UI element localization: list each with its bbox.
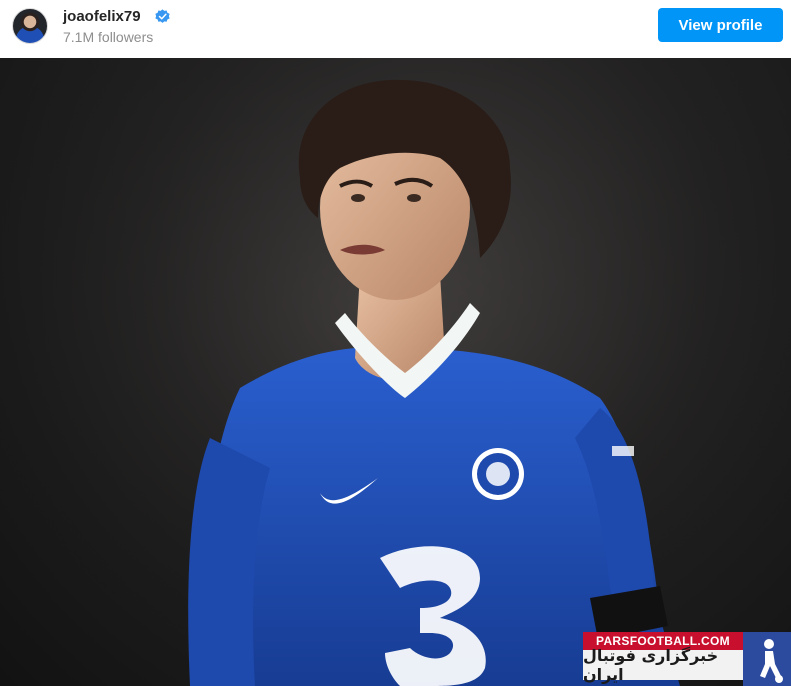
watermark-persian-text: خبرگزاری فوتبال ایران — [583, 646, 743, 684]
parsfootball-watermark: PARSFOOTBALL.COM خبرگزاری فوتبال ایران — [583, 632, 791, 686]
player-photo-icon — [0, 58, 791, 686]
post-header: joaofelix79 7.1M followers View profile — [0, 0, 791, 58]
username[interactable]: joaofelix79 — [63, 8, 141, 25]
post-image[interactable] — [0, 58, 791, 686]
profile-avatar[interactable] — [12, 8, 48, 44]
follower-count: 7.1M followers — [63, 29, 154, 45]
verified-badge-icon — [155, 9, 170, 23]
player-silhouette-logo-icon — [743, 632, 791, 686]
view-profile-button[interactable]: View profile — [658, 8, 783, 42]
